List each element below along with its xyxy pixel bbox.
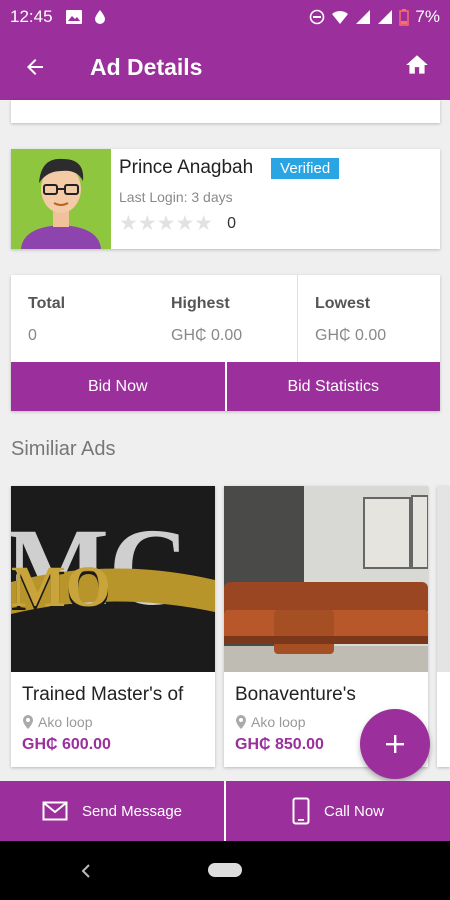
status-time: 12:45	[10, 7, 53, 26]
similar-ads-title: Similiar Ads	[11, 438, 116, 460]
page-title: Ad Details	[90, 53, 203, 80]
rating-count: 0	[227, 214, 237, 232]
bid-now-button[interactable]: Bid Now	[11, 362, 225, 411]
lowest-label: Lowest	[315, 295, 371, 312]
description-card	[11, 100, 440, 123]
ad-location: Ako loop	[38, 714, 93, 730]
svg-text:MO: MO	[11, 554, 111, 619]
send-message-button[interactable]: Send Message	[0, 781, 224, 841]
location-pin-icon	[23, 715, 33, 729]
sofa-image-icon	[224, 486, 428, 672]
nav-back-icon[interactable]	[81, 863, 91, 879]
add-fab-button[interactable]	[360, 709, 430, 779]
send-message-label: Send Message	[81, 802, 183, 820]
highest-value: GH₵ 0.00	[171, 327, 243, 344]
home-icon	[406, 54, 428, 74]
ad-title: Bonaventure's	[235, 684, 356, 705]
app-bar: Ad Details	[0, 34, 450, 100]
dnd-icon	[310, 9, 325, 25]
similar-ad-card-partial[interactable]	[437, 486, 450, 767]
bid-statistics-button[interactable]: Bid Statistics	[224, 362, 440, 411]
seller-rating: ★★★★★ 0	[119, 211, 339, 236]
lowest-bid: Lowest GH₵ 0.00	[297, 275, 440, 362]
drop-notification-icon	[94, 10, 105, 24]
nav-home-pill[interactable]	[208, 863, 242, 877]
bids-card: Total 0 Highest GH₵ 0.00 Lowest GH₵ 0.00…	[11, 275, 440, 411]
wifi-icon	[332, 10, 349, 24]
battery-icon	[399, 8, 410, 26]
avatar	[11, 149, 111, 249]
rating-stars-icon: ★★★★★	[119, 212, 214, 235]
ad-price: GH₵ 600.00	[22, 736, 111, 753]
verified-badge: Verified	[271, 157, 340, 179]
seller-name: Prince Anagbah	[119, 157, 254, 178]
total-bids: Total 0	[11, 275, 154, 362]
plus-icon	[386, 735, 404, 753]
highest-label: Highest	[171, 295, 230, 312]
image-notification-icon	[65, 10, 82, 24]
signal-icon	[356, 10, 371, 24]
highest-bid: Highest GH₵ 0.00	[154, 275, 297, 362]
system-nav-bar	[0, 841, 450, 900]
status-bar: 12:45 7%	[0, 0, 450, 34]
home-button[interactable]	[404, 52, 430, 83]
arrow-left-icon	[27, 59, 43, 75]
call-now-label: Call Now	[323, 802, 384, 820]
back-button[interactable]	[0, 55, 70, 79]
call-now-button[interactable]: Call Now	[224, 781, 450, 841]
mail-icon	[42, 801, 68, 821]
battery-percent: 7%	[415, 7, 440, 26]
lowest-value: GH₵ 0.00	[315, 327, 387, 344]
last-login: Last Login: 3 days	[119, 189, 233, 205]
phone-icon	[292, 797, 310, 825]
ad-image	[224, 486, 428, 672]
avatar-illustration-icon	[11, 149, 111, 249]
total-value: 0	[28, 327, 37, 344]
seller-card[interactable]: Prince Anagbah Verified Last Login: 3 da…	[11, 149, 440, 249]
location-pin-icon	[236, 715, 246, 729]
ad-location: Ako loop	[251, 714, 306, 730]
ad-image-graphic-icon: MC MO MO	[11, 486, 215, 672]
ad-title: Trained Master's of	[22, 684, 184, 705]
similar-ad-card[interactable]: MC MO MO Trained Master's of Ako loop GH…	[11, 486, 215, 767]
signal-icon-2	[378, 10, 393, 24]
bottom-action-bar: Send Message Call Now	[0, 781, 450, 841]
total-label: Total	[28, 295, 66, 312]
ad-image: MC MO MO	[11, 486, 215, 672]
